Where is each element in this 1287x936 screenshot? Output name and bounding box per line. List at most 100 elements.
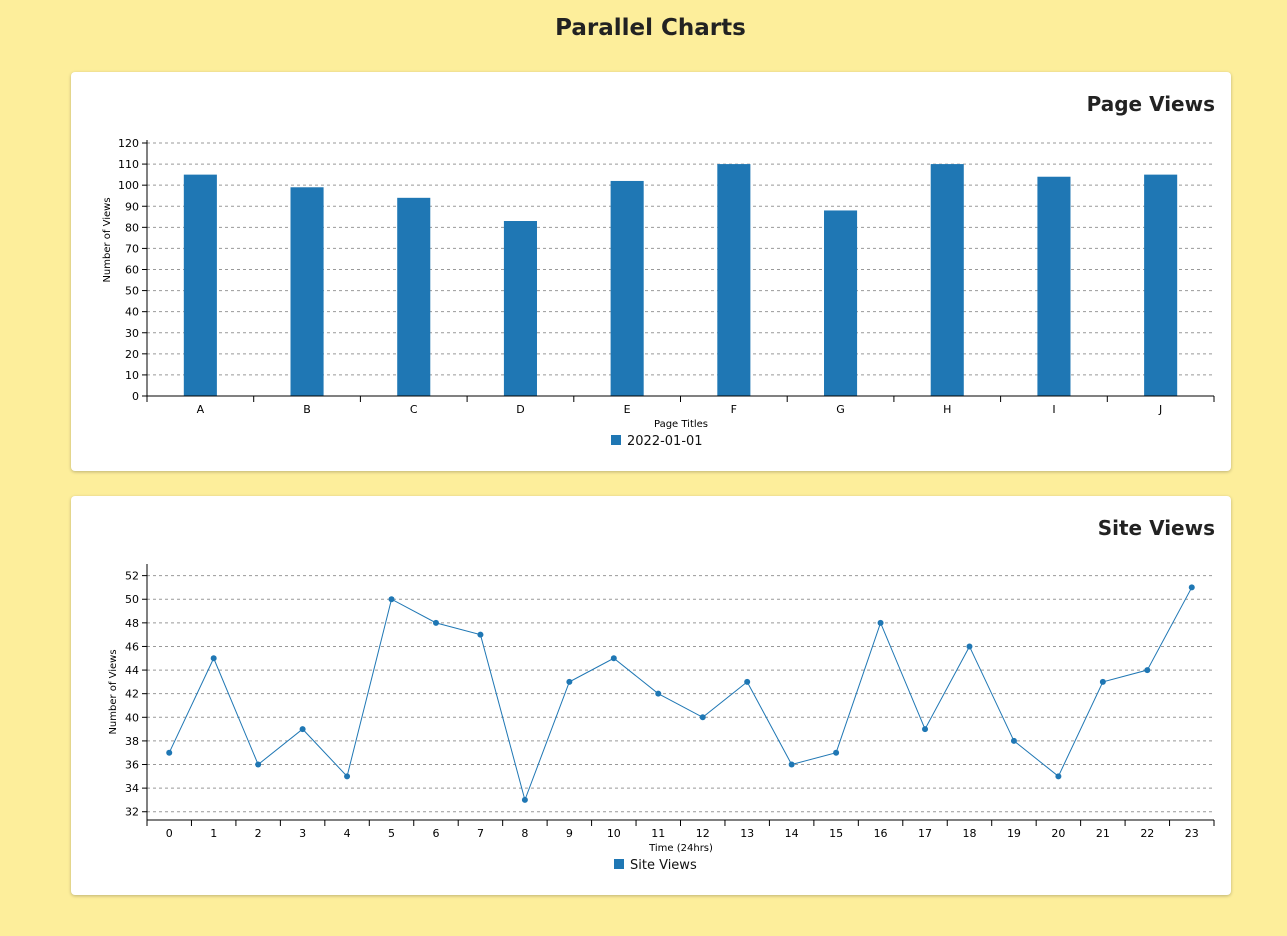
data-point [210,655,217,662]
site-views-card: Site Views 32 34 36 38 40 42 44 46 48 50 52 0 1 2 3 4 5 6… [71,496,1231,895]
site-views-chart: 32343638404244464850520 1 2 3 4 5 6 7 8 9 10 11 12 13… [108,564,1215,873]
data-point [344,773,351,780]
data-point [1010,737,1017,744]
data-point [877,619,884,626]
data-point [699,714,706,721]
bar [183,174,217,396]
x-tick-label: 22 [1140,827,1154,840]
x-tick-label: 17 [918,827,932,840]
bar [717,164,751,396]
bar [610,180,644,396]
x-tick-label: 10 [607,827,621,840]
y-tick-label: 110 [118,158,139,171]
x-tick-label: 21 [1096,827,1110,840]
bar [503,221,537,396]
x-tick-label: 2 [255,827,262,840]
y-axis-title: Number of Views [108,649,119,734]
y-tick-label: 40 [125,711,139,724]
x-tick-label: 5 [388,827,395,840]
x-tick-label: 19 [1007,827,1021,840]
y-tick-label: 80 [125,221,139,234]
y-tick-label: 30 [125,327,139,340]
data-point [432,619,439,626]
x-tick-label: 13 [740,827,754,840]
y-tick-label: 10 [125,369,139,382]
data-point [166,749,173,756]
x-tick-label: 3 [299,827,306,840]
x-tick-label: H [943,403,951,416]
data-point [521,796,528,803]
x-tick-label: 4 [344,827,351,840]
y-tick-label: 32 [125,806,139,819]
x-tick-label: 8 [521,827,528,840]
data-point [1188,584,1195,591]
y-tick-label: 38 [125,735,139,748]
data-point [1144,667,1151,674]
y-tick-label: 100 [118,179,139,192]
data-point [477,631,484,638]
y-tick-label: 40 [125,306,139,319]
legend: 2022-01-01 [611,434,703,449]
y-tick-label: 36 [125,759,139,772]
bar [397,197,431,396]
legend-label: Site Views [630,858,697,873]
y-tick-label: 34 [125,782,139,795]
x-tick-label: 23 [1185,827,1199,840]
x-tick-label: A [197,403,205,416]
data-point [788,761,795,768]
y-axis-title: Number of Views [102,197,113,282]
x-tick-label: 9 [566,827,573,840]
y-tick-label: 20 [125,348,139,361]
x-axis-title: Page Titles [654,419,708,430]
axes: 32343638404244464850520 1 2 3 4 5 6 7 8 9 10 11 12 13… [125,564,1215,840]
x-tick-label: G [836,403,845,416]
data-point [255,761,262,768]
x-tick-label: 14 [785,827,799,840]
page-views-chart: 0 10 20 30 40 50 60 70 80 90 100 110 120 A B C D E F G H I J N… [102,137,1215,449]
x-tick-label: F [731,403,737,416]
data-point [655,690,662,697]
bar [930,164,964,396]
x-tick-label: 12 [696,827,710,840]
bar-series [183,164,1178,396]
data-point [566,678,573,685]
gridlines [147,575,1214,813]
legend-swatch [614,859,624,869]
data-point [833,749,840,756]
x-tick-label: 1 [210,827,217,840]
x-tick-label: E [624,403,631,416]
legend: Site Views [614,858,697,873]
y-tick-label: 48 [125,617,139,630]
y-tick-label: 90 [125,200,139,213]
x-tick-label: B [303,403,311,416]
data-point [922,726,929,733]
line-series [166,584,1195,803]
data-point [299,726,306,733]
y-tick-label: 60 [125,264,139,277]
x-tick-label: 16 [874,827,888,840]
y-tick-label: 44 [125,664,139,677]
x-tick-label: 7 [477,827,484,840]
x-tick-label: 11 [651,827,665,840]
y-tick-label: 50 [125,285,139,298]
bar [1037,176,1071,396]
y-tick-label: 46 [125,640,139,653]
x-tick-label: 20 [1051,827,1065,840]
bar [290,187,324,396]
x-tick-label: 0 [166,827,173,840]
bar [824,210,858,396]
x-tick-label: J [1158,403,1162,416]
x-axis-title: Time (24hrs) [648,843,713,854]
x-tick-label: 18 [962,827,976,840]
page-title: Parallel Charts [555,15,746,41]
y-tick-label: 52 [125,570,139,583]
data-point [1055,773,1062,780]
y-tick-label: 50 [125,593,139,606]
legend-swatch [611,435,621,445]
x-tick-label: 6 [432,827,439,840]
data-point [966,643,973,650]
legend-label: 2022-01-01 [627,434,703,449]
data-point [610,655,617,662]
y-tick-label: 70 [125,242,139,255]
x-tick-label: C [410,403,418,416]
